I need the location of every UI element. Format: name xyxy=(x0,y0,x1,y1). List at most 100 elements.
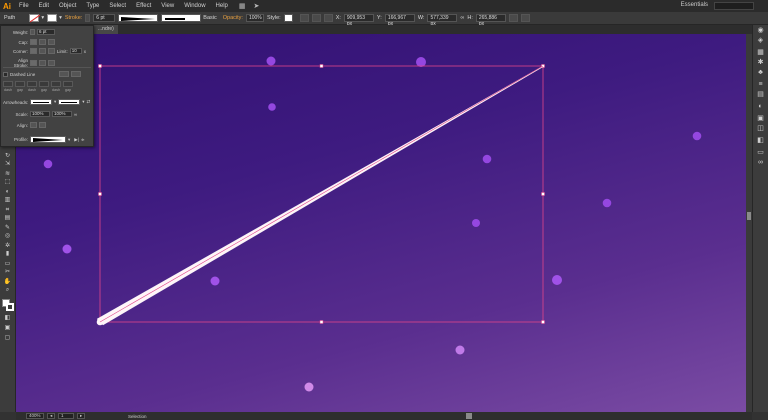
scale-tool-icon[interactable]: ⇲ xyxy=(3,161,12,168)
stroke-weight-field[interactable]: 6 pt xyxy=(93,14,116,22)
brush-definition[interactable] xyxy=(161,14,202,22)
links-icon[interactable]: ∞ xyxy=(756,159,765,167)
gap-field[interactable] xyxy=(15,81,25,87)
stroke-label[interactable]: Stroke: xyxy=(65,15,82,21)
prev-artboard-button[interactable]: ◂ xyxy=(47,413,55,419)
end-arrowhead-select[interactable] xyxy=(58,99,81,105)
selection-handle[interactable] xyxy=(541,192,545,196)
fill-swatch[interactable] xyxy=(29,14,40,22)
selection-handle[interactable] xyxy=(319,64,324,68)
gap-field[interactable] xyxy=(39,81,49,87)
artboard-canvas[interactable] xyxy=(16,34,752,412)
shape-builder-icon[interactable]: ◐ xyxy=(3,189,12,196)
bevel-join-button[interactable] xyxy=(48,48,55,54)
profile-select[interactable] xyxy=(30,136,66,143)
hand-tool-icon[interactable]: ✋ xyxy=(3,279,12,286)
send-icon[interactable]: ➤ xyxy=(254,2,260,10)
graphic-styles-icon[interactable]: ◫ xyxy=(756,125,765,133)
color-panel-icon[interactable]: ◉ xyxy=(756,27,765,35)
dot[interactable] xyxy=(43,159,53,169)
selection-handle[interactable] xyxy=(98,192,102,196)
align-outside-button[interactable] xyxy=(48,60,55,66)
weight-stepper[interactable] xyxy=(30,29,35,35)
vertical-scrollbar[interactable] xyxy=(746,34,752,412)
chevron-down-icon[interactable]: ▾ xyxy=(41,15,44,21)
color-mode-icon[interactable]: ◧ xyxy=(3,315,12,322)
menu-edit[interactable]: Edit xyxy=(34,3,54,9)
color-guide-icon[interactable]: ◈ xyxy=(756,37,765,45)
stepper-icon[interactable] xyxy=(85,14,91,22)
chevron-down-icon[interactable]: ▾ xyxy=(68,137,70,143)
start-arrowhead-select[interactable] xyxy=(30,99,52,105)
dot[interactable] xyxy=(304,382,314,392)
projecting-cap-button[interactable] xyxy=(48,39,55,45)
start-scale-field[interactable]: 100% xyxy=(30,111,50,117)
menu-effect[interactable]: Effect xyxy=(131,3,156,9)
w-field[interactable]: 577,339 px xyxy=(427,14,458,27)
free-transform-icon[interactable]: ⬚ xyxy=(3,179,12,186)
menu-select[interactable]: Select xyxy=(104,3,131,9)
stroke-swatch[interactable] xyxy=(47,14,58,22)
document-tab[interactable]: ...ndre) xyxy=(94,25,118,34)
layers-icon[interactable]: ◧ xyxy=(756,137,765,145)
menu-icon[interactable] xyxy=(520,14,530,22)
scrollbar-thumb[interactable] xyxy=(747,212,751,220)
workspace-switcher[interactable]: Essentials xyxy=(681,2,708,8)
status-mode[interactable]: Selection xyxy=(128,414,147,419)
canvas-artwork[interactable] xyxy=(16,34,752,412)
align-center-button[interactable] xyxy=(30,60,37,66)
selection-handle[interactable] xyxy=(541,320,545,324)
chevron-down-icon[interactable]: ▾ xyxy=(54,99,56,105)
appearance-icon[interactable]: ▣ xyxy=(756,115,765,123)
dash-align-corners-button[interactable] xyxy=(71,71,82,77)
align-icon[interactable] xyxy=(311,14,321,22)
graph-tool-icon[interactable]: ▮ xyxy=(3,251,12,258)
blend-tool-icon[interactable]: ◎ xyxy=(3,233,12,240)
butt-cap-button[interactable] xyxy=(30,39,37,45)
dash-field[interactable] xyxy=(27,81,37,87)
gap-field[interactable] xyxy=(63,81,73,87)
y-field[interactable]: 166,967 px xyxy=(384,14,415,27)
dot[interactable] xyxy=(692,131,702,141)
dot[interactable] xyxy=(62,244,72,254)
arrow-place-button[interactable] xyxy=(39,122,46,128)
link-icon[interactable]: ∞ xyxy=(460,15,464,21)
dash-field[interactable] xyxy=(3,81,13,87)
opacity-label[interactable]: Opacity: xyxy=(223,15,243,21)
stroke-panel-icon[interactable]: ≡ xyxy=(756,81,765,89)
symbol-sprayer-icon[interactable]: ✲ xyxy=(3,243,12,250)
screen-mode-icon[interactable]: ▢ xyxy=(3,335,12,342)
graphic-style-swatch[interactable] xyxy=(283,14,293,22)
dot[interactable] xyxy=(455,345,465,355)
mesh-tool-icon[interactable]: ⌗ xyxy=(3,207,12,214)
flip-along-icon[interactable]: ▶| xyxy=(74,137,79,143)
next-artboard-button[interactable]: ▸ xyxy=(77,413,85,419)
bridge-icon[interactable]: ▦ xyxy=(239,2,246,10)
h-field[interactable]: 265,886 px xyxy=(475,14,506,27)
arrow-extend-button[interactable] xyxy=(30,122,37,128)
flip-across-icon[interactable]: ≑ xyxy=(81,137,85,143)
menu-view[interactable]: View xyxy=(156,3,179,9)
selection-handle[interactable] xyxy=(319,320,324,324)
round-join-button[interactable] xyxy=(39,48,46,54)
symbols-icon[interactable]: ♣ xyxy=(756,69,765,77)
menu-object[interactable]: Object xyxy=(54,3,81,9)
dot[interactable] xyxy=(552,275,562,285)
fill-stroke-icon[interactable] xyxy=(2,299,14,311)
gradient-tool-icon[interactable]: ▤ xyxy=(3,215,12,222)
artboard-tool-icon[interactable]: ▭ xyxy=(3,261,12,268)
round-cap-button[interactable] xyxy=(39,39,46,45)
link-scale-icon[interactable]: ∞ xyxy=(74,112,77,117)
dot[interactable] xyxy=(472,219,480,227)
menu-help[interactable]: Help xyxy=(211,3,233,9)
swap-arrowheads-icon[interactable]: ⇄ xyxy=(87,99,91,105)
zoom-field[interactable]: 400% xyxy=(26,413,44,419)
x-field[interactable]: 909,953 px xyxy=(343,14,374,27)
dot[interactable] xyxy=(268,103,276,111)
zoom-tool-icon[interactable]: ⌕ xyxy=(3,287,12,294)
dashed-line-checkbox[interactable] xyxy=(3,71,8,77)
end-scale-field[interactable]: 100% xyxy=(52,111,72,117)
dot[interactable] xyxy=(210,276,220,286)
slice-tool-icon[interactable]: ✂ xyxy=(3,269,12,276)
limit-field[interactable]: 10 xyxy=(69,48,82,54)
